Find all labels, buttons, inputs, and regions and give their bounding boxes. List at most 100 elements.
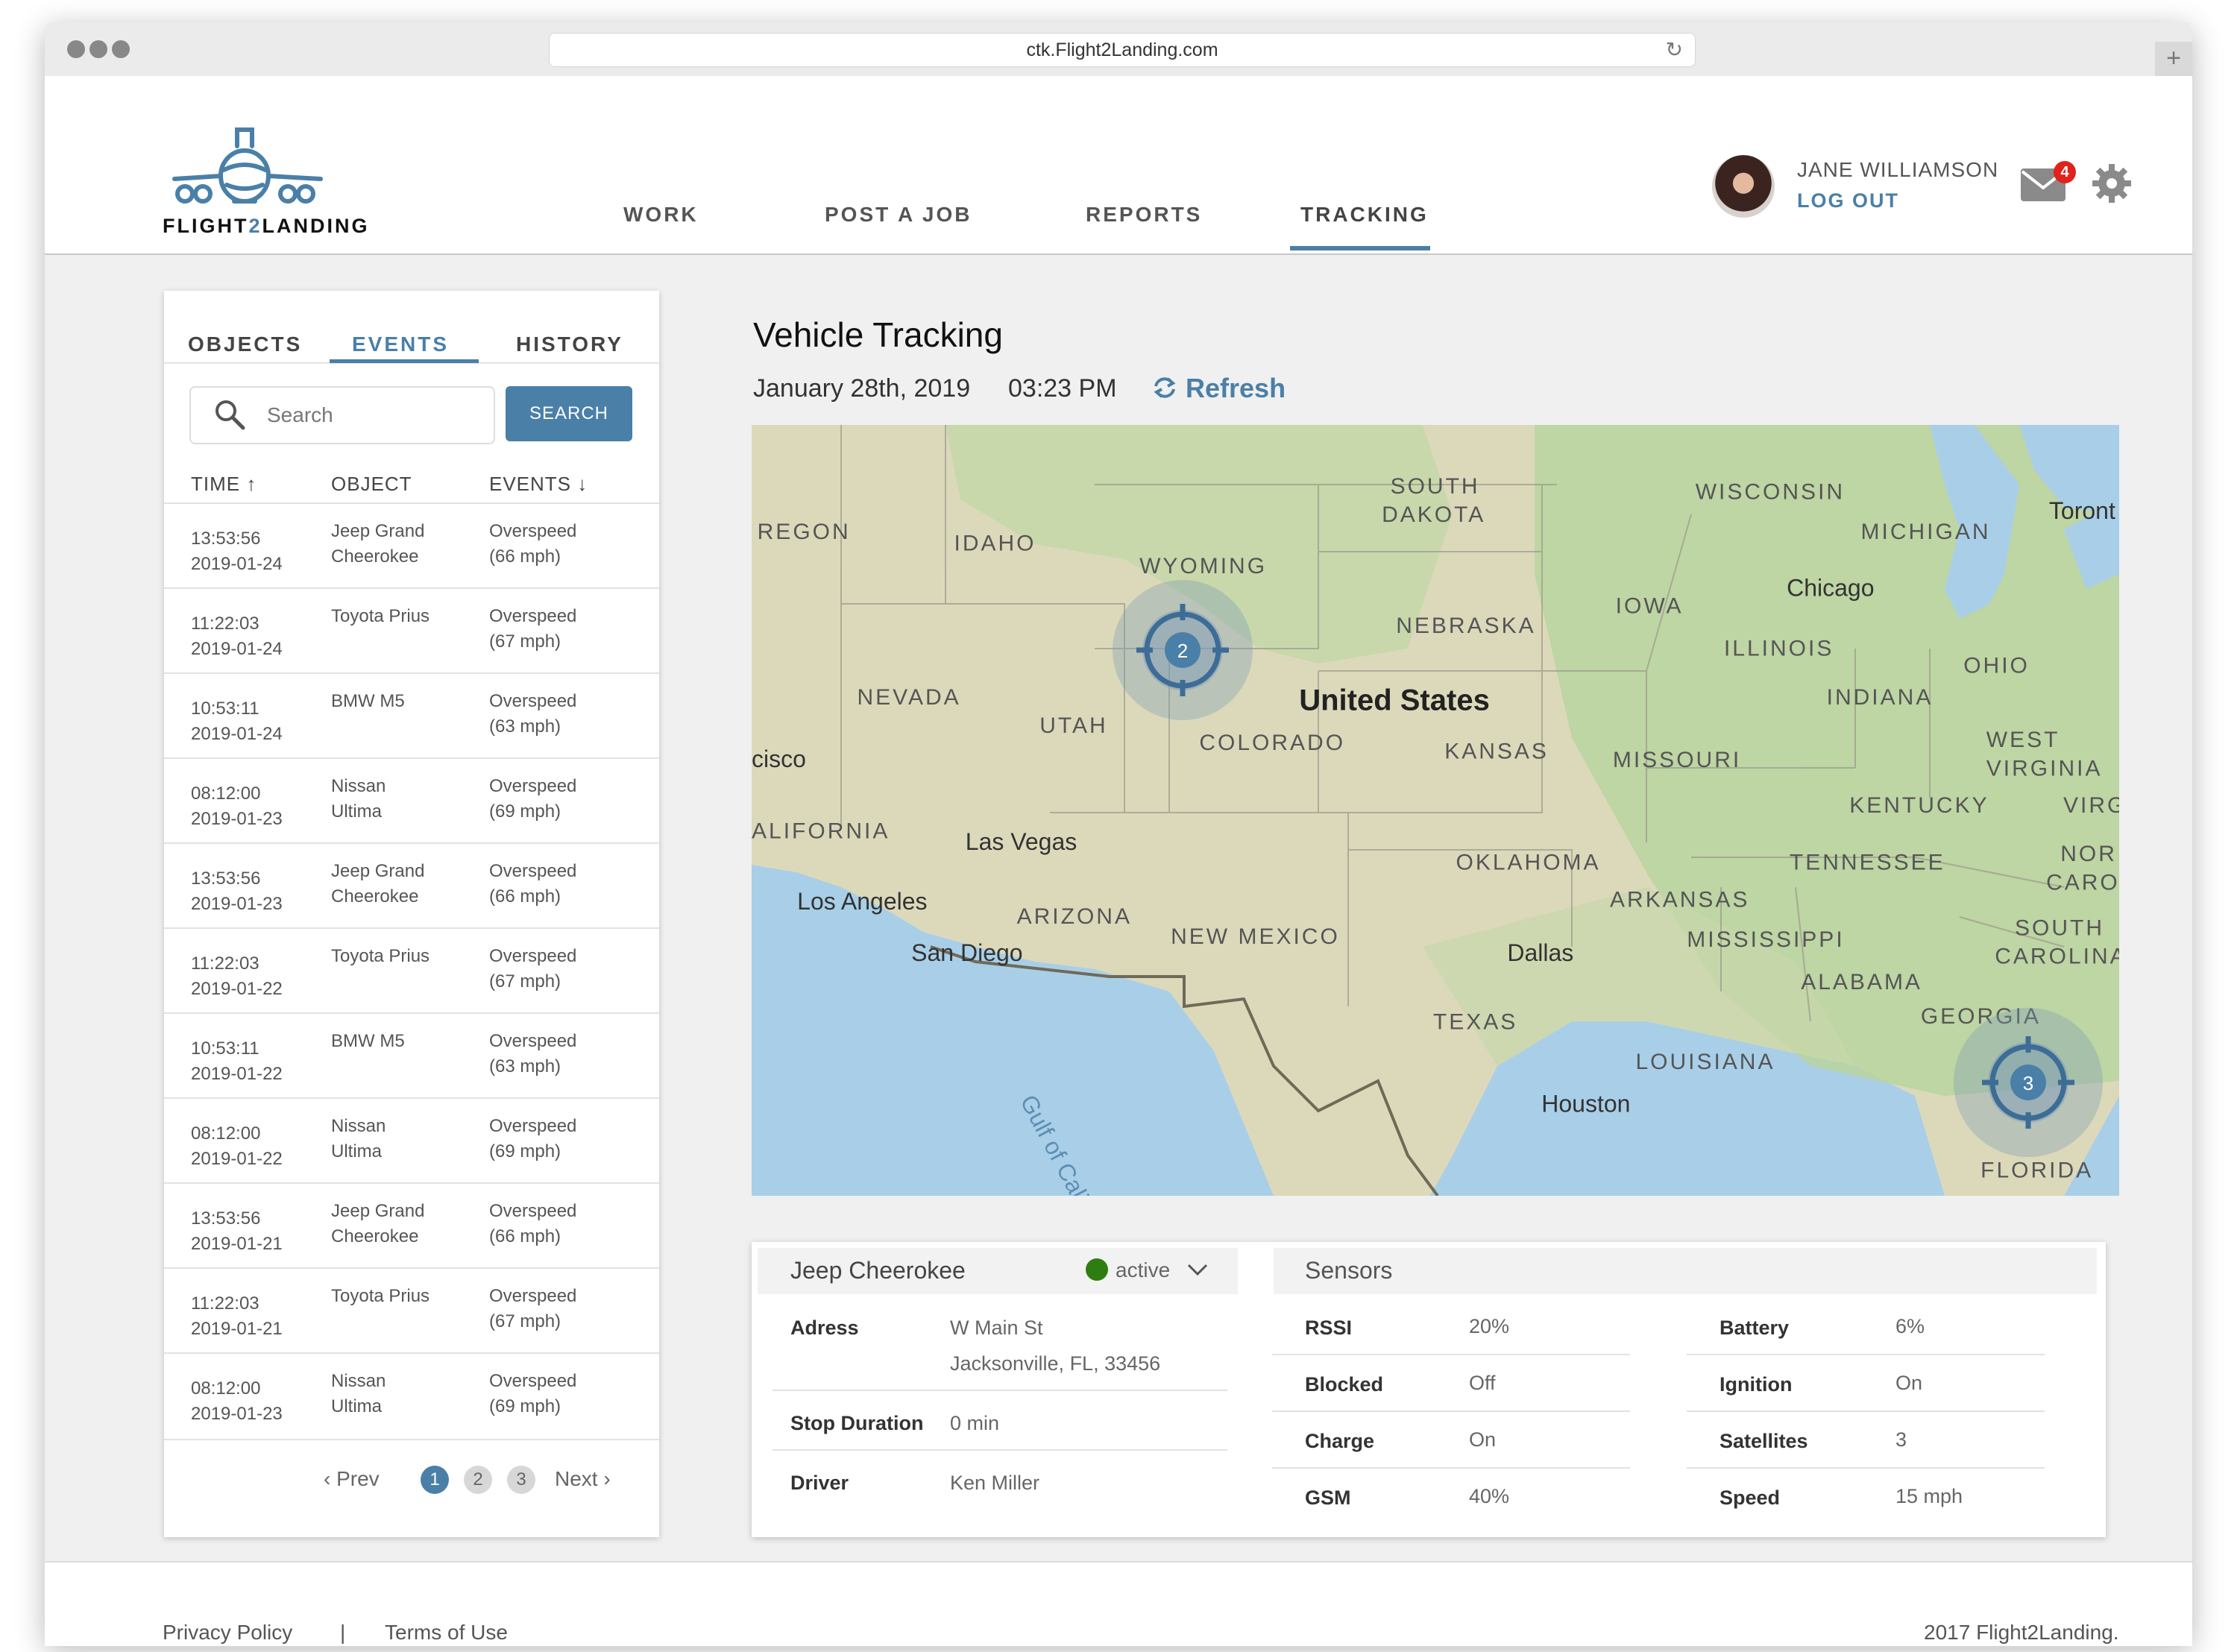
row-event-detail: (66 mph) (489, 546, 561, 567)
table-row[interactable]: 13:53:56 2019-01-21 Jeep Grand Cheerokee Ove… (164, 1182, 659, 1269)
status-dropdown[interactable]: active (1086, 1258, 1209, 1282)
map-label: San Diego (911, 939, 1022, 966)
tracking-map[interactable]: REGON IDAHO WYOMING SOUTH DAKOTA WISCONSIN MIC… (752, 425, 2119, 1196)
table-row[interactable]: 11:22:03 2019-01-21 Toyota Prius Overspeed (… (164, 1267, 659, 1354)
table-row[interactable]: 08:12:00 2019-01-22 Nissan Ultima Overspeed (… (164, 1097, 659, 1184)
map-label: REGON (758, 520, 851, 544)
row-object: BMW M5 (331, 691, 405, 711)
page-1-button[interactable]: 1 (421, 1466, 449, 1494)
table-row[interactable]: 13:53:56 2019-01-24 Jeep Grand Cheerokee Ove… (164, 502, 659, 589)
vehicle-details-panel: Jeep Cheerokee active Adress W Main St J… (752, 1242, 2106, 1537)
nav-post-a-job[interactable]: POST A JOB (825, 203, 972, 227)
prev-link[interactable]: ‹ Prev (324, 1467, 380, 1491)
table-row[interactable]: 10:53:11 2019-01-24 BMW M5 Overspeed (63 mph… (164, 672, 659, 759)
sensor-label: RSSI (1305, 1317, 1353, 1339)
tab-objects[interactable]: OBJECTS (188, 332, 302, 356)
search-button[interactable]: SEARCH (506, 386, 632, 441)
sensor-value: Off (1469, 1372, 1496, 1394)
map-label: Houston (1541, 1091, 1630, 1117)
map-label: ILLINOIS (1724, 637, 1834, 661)
page-3-button[interactable]: 3 (507, 1466, 535, 1494)
map-cluster-3[interactable]: 3 (1954, 1008, 2103, 1157)
map-label: IOWA (1616, 593, 1684, 618)
map-label: MISSISSIPPI (1687, 927, 1844, 952)
map-label: WISCONSIN (1696, 479, 1845, 504)
map-label: NEW MEXICO (1171, 924, 1340, 949)
tab-history[interactable]: HISTORY (516, 332, 623, 356)
row-date: 2019-01-21 (191, 1234, 283, 1254)
map-label: FLORIDA (1980, 1158, 2093, 1183)
footer-separator: | (340, 1621, 346, 1644)
next-link[interactable]: Next › (555, 1467, 611, 1491)
cluster-count-2: 2 (1177, 640, 1188, 662)
row-event: Overspeed (489, 1286, 577, 1306)
map-label: Toront (2049, 497, 2115, 524)
row-object: Nissan (331, 1116, 386, 1136)
map-label: MICHIGAN (1861, 520, 1991, 544)
row-object: Jeep Grand (331, 1201, 425, 1221)
table-row[interactable]: 08:12:00 2019-01-23 Nissan Ultima Overspeed (… (164, 757, 659, 844)
divider (1272, 1467, 1630, 1469)
terms-of-use-link[interactable]: Terms of Use (385, 1621, 508, 1645)
nav-reports[interactable]: REPORTS (1086, 203, 1202, 227)
column-header-events[interactable]: EVENTS ↓ (489, 473, 588, 496)
address-label: Adress (790, 1317, 859, 1339)
row-event: Overspeed (489, 1371, 577, 1391)
search-icon (215, 400, 245, 430)
row-event-detail: (69 mph) (489, 1396, 561, 1416)
table-row[interactable]: 11:22:03 2019-01-24 Toyota Prius Overspeed (… (164, 587, 659, 674)
table-row[interactable]: 08:12:00 2019-01-23 Nissan Ultima Overspeed (… (164, 1352, 659, 1439)
sensor-label: GSM (1305, 1487, 1351, 1509)
sensor-label: Speed (1720, 1487, 1781, 1509)
row-time: 11:22:03 (191, 1293, 259, 1314)
nav-tracking[interactable]: TRACKING (1300, 203, 1429, 227)
map-label: NEBRASKA (1396, 614, 1535, 638)
row-date: 2019-01-23 (191, 809, 283, 829)
gear-icon[interactable] (2091, 163, 2133, 204)
divider (1272, 1354, 1630, 1355)
row-object: Toyota Prius (331, 1286, 430, 1306)
row-event-detail: (67 mph) (489, 631, 561, 652)
row-date: 2019-01-21 (191, 1319, 283, 1339)
privacy-policy-link[interactable]: Privacy Policy (163, 1621, 292, 1645)
search-field[interactable] (189, 386, 495, 444)
plane-logo-icon (172, 127, 323, 204)
page-2-button[interactable]: 2 (464, 1466, 492, 1494)
sensor-value: 20% (1469, 1315, 1510, 1337)
row-event-detail: (63 mph) (489, 1056, 561, 1076)
status-dot-icon (1086, 1258, 1108, 1281)
tab-active-indicator (330, 359, 479, 363)
nav-work[interactable]: WORK (623, 203, 699, 227)
tab-events[interactable]: EVENTS (352, 332, 449, 356)
sensor-label: Ignition (1720, 1373, 1793, 1396)
map-label: DAKOTA (1382, 502, 1485, 527)
avatar[interactable] (1712, 155, 1775, 218)
sensor-value: 6% (1895, 1315, 1925, 1337)
row-object: Jeep Grand (331, 521, 425, 541)
map-label: WYOMING (1139, 554, 1267, 578)
status-label: active (1116, 1258, 1171, 1281)
map-label: ALABAMA (1801, 970, 1922, 994)
events-panel: OBJECTS EVENTS HISTORY SEARCH TIME ↑ OBJ… (164, 291, 659, 1537)
map-label: Las Vegas (966, 828, 1077, 855)
table-row[interactable]: 13:53:56 2019-01-23 Jeep Grand Cheerokee Ove… (164, 842, 659, 929)
table-row[interactable]: 10:53:11 2019-01-22 BMW M5 Overspeed (63 mph… (164, 1012, 659, 1099)
table-row[interactable]: 11:22:03 2019-01-22 Toyota Prius Overspeed (… (164, 927, 659, 1014)
stop-duration-label: Stop Duration (790, 1412, 924, 1434)
sensor-label: Blocked (1305, 1373, 1384, 1396)
logout-link[interactable]: LOG OUT (1797, 189, 1899, 212)
column-header-time[interactable]: TIME ↑ (191, 473, 257, 496)
map-label: TEXAS (1433, 1010, 1517, 1035)
search-input[interactable] (265, 395, 485, 435)
map-label: NOR (2060, 842, 2117, 866)
map-label: SOUTH (2015, 915, 2104, 940)
map-label: ALIFORNIA (752, 819, 890, 843)
refresh-button[interactable]: Refresh (1151, 373, 1286, 404)
prev-label: Prev (336, 1467, 380, 1490)
sensor-value: On (1895, 1372, 1923, 1394)
row-date: 2019-01-22 (191, 979, 283, 999)
sensors-title: Sensors (1305, 1257, 1393, 1284)
map-label: Dallas (1507, 939, 1573, 966)
map-cluster-2[interactable]: 2 (1113, 580, 1253, 720)
map-label: OKLAHOMA (1456, 851, 1601, 875)
